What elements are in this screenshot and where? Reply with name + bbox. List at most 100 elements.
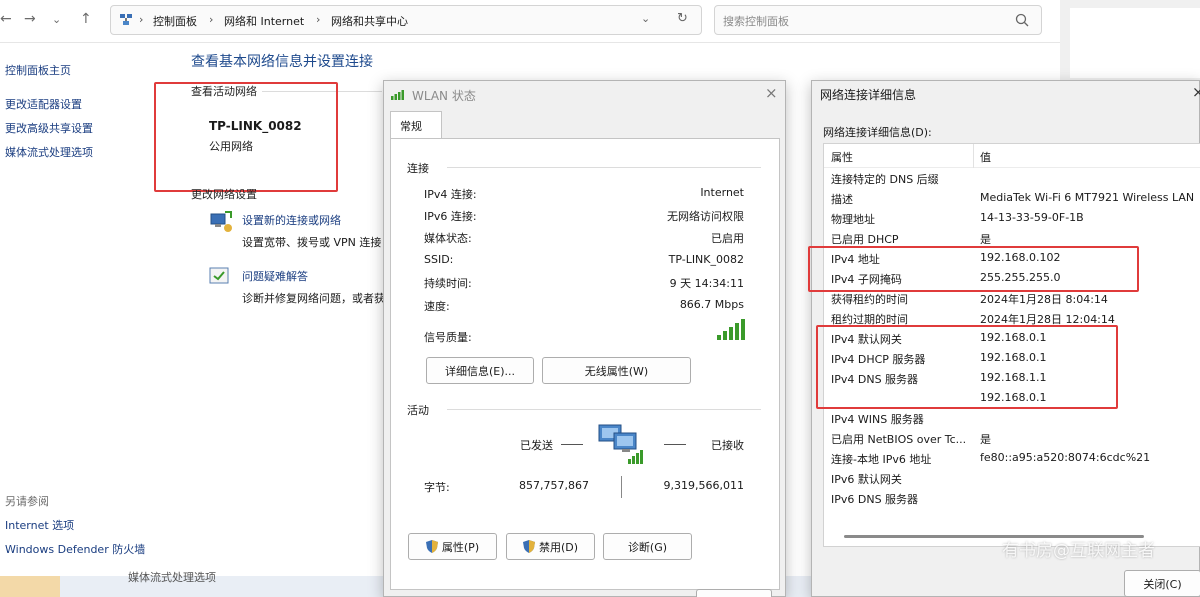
nav-control-panel-home[interactable]: 控制面板主页	[5, 62, 71, 78]
media-state-label: 媒体状态:	[424, 232, 472, 245]
received-label: 已接收	[711, 439, 744, 452]
bytes-sent-value: 857,757,867	[519, 479, 589, 492]
address-box[interactable]: › 控制面板 › 网络和 Internet › 网络和共享中心 ⌄ ↻	[110, 5, 702, 35]
received-line	[664, 444, 686, 445]
connection-section-label: 连接	[407, 162, 429, 175]
breadcrumb-separator-icon: ›	[139, 13, 144, 26]
thumbnail-preview	[0, 576, 60, 597]
network-center-icon	[120, 14, 132, 25]
see-also-defender-firewall[interactable]: Windows Defender 防火墙	[5, 541, 145, 557]
list-item-property: 获得租约的时间	[831, 293, 908, 306]
troubleshoot-icon	[209, 267, 229, 284]
list-item[interactable]: 已启用 NetBIOS over Tc... 是	[824, 428, 1200, 448]
list-item-property: 连接-本地 IPv6 地址	[831, 453, 932, 466]
nav-media-streaming-options[interactable]: 媒体流式处理选项	[5, 144, 93, 160]
sent-label: 已发送	[520, 439, 553, 452]
breadcrumb-network-internet[interactable]: 网络和 Internet	[224, 13, 304, 29]
recent-chevron-icon[interactable]: ⌄	[52, 13, 61, 26]
tab-panel: 连接 IPv4 连接: Internet IPv6 连接: 无网络访问权限 媒体…	[390, 138, 780, 590]
breadcrumb-separator-icon: ›	[316, 13, 321, 26]
close-button-partial[interactable]	[696, 589, 772, 597]
close-button[interactable]: 关闭(C)	[1124, 570, 1200, 597]
details-list-header: 属性 值	[824, 144, 1200, 168]
list-item[interactable]: 物理地址 14-13-33-59-0F-1B	[824, 208, 1200, 228]
troubleshoot-link[interactable]: 问题疑难解答	[242, 268, 308, 284]
list-item[interactable]: 连接-本地 IPv6 地址 fe80::a95:a520:8074:6cdc%2…	[824, 448, 1200, 468]
media-streaming-bottom-item[interactable]: 媒体流式处理选项	[128, 569, 216, 585]
media-state-value: 已启用	[711, 232, 744, 245]
list-item-value: 是	[980, 233, 991, 246]
duration-label: 持续时间:	[424, 277, 472, 290]
activity-section-label: 活动	[407, 404, 429, 417]
close-icon[interactable]: ×	[1192, 83, 1200, 101]
details-button[interactable]: 详细信息(E)...	[426, 357, 534, 384]
column-header-property[interactable]: 属性	[831, 149, 853, 165]
breadcrumb-network-sharing-center[interactable]: 网络和共享中心	[331, 13, 408, 29]
list-item[interactable]: 描述 MediaTek Wi-Fi 6 MT7921 Wireless LAN	[824, 188, 1200, 208]
ssid-label: SSID:	[424, 253, 454, 266]
troubleshoot-desc: 诊断并修复网络问题，或者获	[242, 292, 384, 305]
shield-icon	[425, 540, 438, 553]
search-icon[interactable]	[1015, 13, 1029, 27]
breadcrumb-control-panel[interactable]: 控制面板	[153, 13, 197, 29]
refresh-icon[interactable]: ↻	[677, 11, 688, 26]
details-dialog-title: 网络连接详细信息	[820, 88, 917, 102]
forward-arrow-icon[interactable]: →	[24, 11, 36, 27]
column-header-value[interactable]: 值	[980, 149, 991, 165]
close-button-label: 关闭(C)	[1143, 577, 1182, 591]
properties-button[interactable]: 属性(P)	[408, 533, 497, 560]
see-also-internet-options[interactable]: Internet 选项	[5, 517, 74, 533]
wifi-signal-icon	[391, 90, 404, 100]
list-item[interactable]: 已启用 DHCP 是	[824, 228, 1200, 248]
nav-change-advanced-sharing[interactable]: 更改高级共享设置	[5, 120, 93, 136]
ipv4-connectivity-label: IPv4 连接:	[424, 188, 477, 201]
tab-general[interactable]: 常规	[390, 111, 442, 139]
details-button-label: 详细信息(E)...	[444, 364, 516, 378]
side-pane-card	[1070, 8, 1200, 78]
list-item[interactable]: IPv6 DNS 服务器	[824, 488, 1200, 508]
ipv4-connectivity-value: Internet	[700, 186, 744, 199]
watermark-text: 有书房@互联网主者	[1002, 541, 1155, 561]
list-item-property: 描述	[831, 193, 853, 206]
new-connection-icon	[210, 211, 232, 232]
list-item[interactable]: 连接特定的 DNS 后缀	[824, 168, 1200, 188]
close-icon[interactable]: ×	[765, 84, 778, 102]
address-dropdown-icon[interactable]: ⌄	[641, 12, 650, 25]
gateway-dns-highlight	[816, 325, 1118, 409]
back-arrow-icon[interactable]: ←	[0, 11, 12, 27]
shield-icon	[522, 540, 535, 553]
diagnose-button-label: 诊断(G)	[627, 540, 668, 554]
disable-button[interactable]: 禁用(D)	[506, 533, 595, 560]
sent-line	[561, 444, 583, 445]
list-item-value: 是	[980, 433, 991, 446]
list-item[interactable]: IPv6 默认网关	[824, 468, 1200, 488]
bytes-received-value: 9,319,566,011	[663, 479, 744, 492]
wireless-properties-button[interactable]: 无线属性(W)	[542, 357, 691, 384]
diagnose-button[interactable]: 诊断(G)	[603, 533, 692, 560]
search-input[interactable]: 搜索控制面板	[714, 5, 1042, 35]
duration-value: 9 天 14:34:11	[669, 277, 744, 290]
search-placeholder: 搜索控制面板	[723, 15, 789, 28]
list-item-value: 2024年1月28日 8:04:14	[980, 293, 1108, 306]
list-item-property: IPv4 WINS 服务器	[831, 413, 924, 426]
list-item-value: MediaTek Wi-Fi 6 MT7921 Wireless LAN	[980, 191, 1195, 204]
up-arrow-icon[interactable]: ↑	[80, 11, 92, 27]
section-divider	[447, 409, 761, 410]
list-item-property: 连接特定的 DNS 后缀	[831, 173, 939, 186]
ipv4-address-highlight	[808, 246, 1139, 292]
speed-label: 速度:	[424, 300, 450, 313]
list-item[interactable]: IPv4 WINS 服务器	[824, 408, 1200, 428]
properties-button-label: 属性(P)	[441, 540, 480, 554]
ssid-value: TP-LINK_0082	[668, 253, 744, 266]
list-item-property: IPv6 DNS 服务器	[831, 493, 919, 506]
list-item-value: fe80::a95:a520:8074:6cdc%21	[980, 451, 1151, 464]
setup-connection-link[interactable]: 设置新的连接或网络	[242, 212, 341, 228]
nav-change-adapter-settings[interactable]: 更改适配器设置	[5, 96, 82, 112]
list-item-property: 物理地址	[831, 213, 875, 226]
change-settings-heading: 更改网络设置	[191, 188, 257, 201]
bytes-label: 字节:	[424, 481, 450, 494]
column-divider[interactable]	[973, 144, 974, 168]
section-divider	[447, 167, 761, 168]
breadcrumb-separator-icon: ›	[209, 13, 214, 26]
disable-button-label: 禁用(D)	[538, 540, 579, 554]
